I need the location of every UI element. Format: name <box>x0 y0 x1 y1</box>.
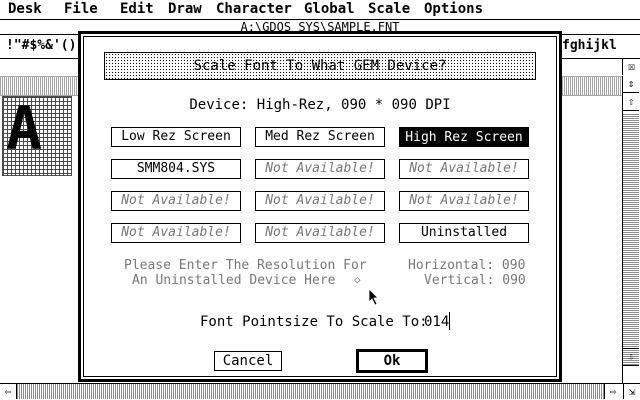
device-button-not-available: Not Available! <box>111 223 241 243</box>
menu-file[interactable]: File <box>64 1 98 18</box>
device-button-med-rez[interactable]: Med Rez Screen <box>255 127 385 147</box>
close-icon[interactable]: ☒ <box>622 58 640 75</box>
menu-desk[interactable]: Desk <box>8 1 42 18</box>
dialog-title-text: Scale Font To What GEM Device? <box>193 58 447 74</box>
device-button-uninstalled[interactable]: Uninstalled <box>399 223 529 243</box>
pointsize-input[interactable]: 014 <box>424 313 452 331</box>
menu-scale[interactable]: Scale <box>368 1 410 18</box>
pointsize-label: Font Pointsize To Scale To: <box>200 314 428 330</box>
character-strip-right: fghijkl <box>562 38 617 53</box>
arrow-left-icon[interactable]: ⇦ <box>0 384 17 399</box>
resize-icon[interactable]: ⇲ <box>623 384 640 399</box>
device-button-not-available: Not Available! <box>399 191 529 211</box>
menu-options[interactable]: Options <box>424 1 483 18</box>
text-caret <box>449 312 450 330</box>
menu-bar: Desk File Edit Draw Character Global Sca… <box>0 0 640 20</box>
device-button-not-available: Not Available! <box>255 223 385 243</box>
dialog-title: Scale Font To What GEM Device? <box>104 52 536 80</box>
device-button-low-rez[interactable]: Low Rez Screen <box>111 127 241 147</box>
fullbox-icon[interactable]: ⇕ <box>623 76 639 93</box>
resolution-prompt-line1: Please Enter The Resolution For <box>124 258 367 273</box>
menu-character[interactable]: Character <box>216 1 292 18</box>
device-button-smm804[interactable]: SMM804.SYS <box>111 159 241 179</box>
ok-button[interactable]: Ok <box>356 349 428 373</box>
device-info: Device: High-Rez, 090 * 090 DPI <box>189 97 451 113</box>
diamond-icon: ◇ <box>354 273 361 286</box>
vertical-resolution-field: Vertical: 090 <box>424 273 526 288</box>
device-button-not-available: Not Available! <box>399 159 529 179</box>
horizontal-resolution-field: Horizontal: 090 <box>408 258 526 273</box>
menu-draw[interactable]: Draw <box>168 1 202 18</box>
vertical-scroll-track[interactable] <box>623 113 639 365</box>
menu-global[interactable]: Global <box>304 1 355 18</box>
device-button-not-available: Not Available! <box>111 191 241 211</box>
mouse-pointer-icon <box>368 288 379 306</box>
menu-edit[interactable]: Edit <box>120 1 154 18</box>
glyph-preview: A <box>6 94 43 164</box>
cancel-button[interactable]: Cancel <box>214 351 282 371</box>
device-button-not-available: Not Available! <box>255 159 385 179</box>
device-button-not-available: Not Available! <box>255 191 385 211</box>
character-strip-left: !"#$%&'() <box>6 38 77 53</box>
arrow-up-icon[interactable]: ⇧ <box>623 94 639 111</box>
horizontal-scroll-track[interactable] <box>17 384 604 399</box>
arrow-right-icon[interactable]: ⇨ <box>604 384 621 399</box>
device-button-high-rez[interactable]: High Rez Screen <box>399 127 529 147</box>
resolution-prompt-line2: An Uninstalled Device Here <box>132 273 336 288</box>
